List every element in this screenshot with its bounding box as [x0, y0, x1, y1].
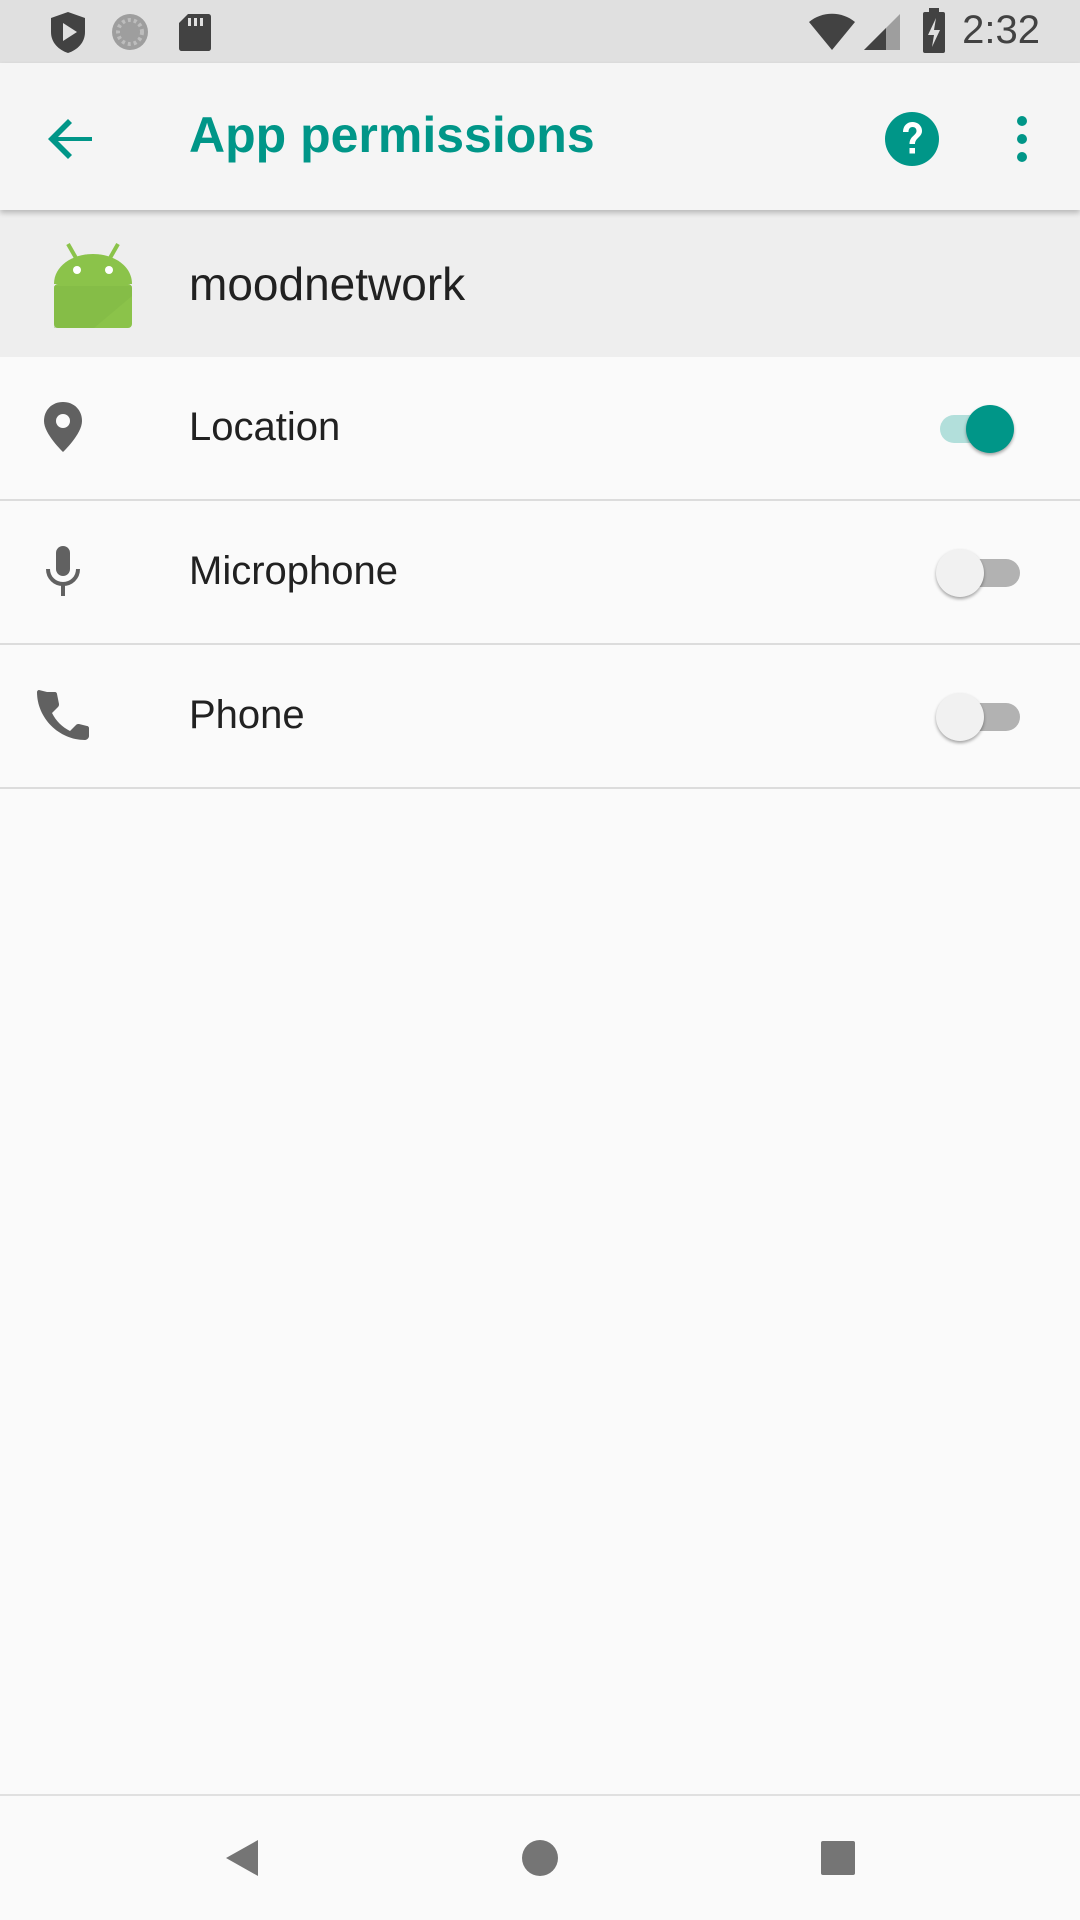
arrow-back-icon [48, 119, 92, 159]
toggle-thumb [966, 405, 1014, 453]
android-icon [54, 243, 132, 328]
back-button[interactable] [36, 103, 108, 175]
app-header: moodnetwork [0, 210, 1080, 357]
microphone-icon [46, 546, 80, 596]
permission-list: Location Microphone Phone [0, 357, 1080, 789]
help-button[interactable] [882, 109, 942, 169]
permission-label-location: Location [189, 405, 341, 449]
status-time: 2:32 [962, 8, 1040, 52]
help-icon [885, 112, 939, 166]
sync-circle-icon [112, 14, 148, 50]
page-title: App permissions [189, 107, 595, 163]
permission-row-microphone[interactable]: Microphone [0, 501, 1080, 645]
nav-recents-button[interactable] [808, 1828, 868, 1888]
toggle-thumb [936, 549, 984, 597]
back-triangle-icon [226, 1840, 258, 1876]
nav-back-button[interactable] [212, 1828, 272, 1888]
permission-row-location[interactable]: Location [0, 357, 1080, 501]
location-toggle[interactable] [936, 401, 1032, 457]
toolbar: App permissions [0, 63, 1080, 210]
app-name: moodnetwork [189, 258, 466, 310]
more-vert-icon [1017, 116, 1027, 162]
location-pin-icon [44, 402, 82, 452]
permission-row-phone[interactable]: Phone [0, 645, 1080, 789]
status-bar: 2:32 [0, 0, 1080, 63]
app-permissions-screen: 2:32 App permissions moodnetwork Locatio… [0, 0, 1080, 1920]
shield-play-icon [51, 12, 85, 53]
recents-square-icon [821, 1841, 855, 1875]
wifi-icon [809, 13, 855, 50]
home-circle-icon [522, 1840, 558, 1876]
sd-card-icon [179, 14, 211, 51]
navigation-bar [0, 1794, 1080, 1920]
nav-home-button[interactable] [510, 1828, 570, 1888]
phone-icon [37, 690, 89, 740]
more-options-button[interactable] [1000, 103, 1044, 175]
battery-charging-icon [923, 8, 945, 53]
toggle-thumb [936, 693, 984, 741]
signal-icon [864, 14, 900, 50]
permission-label-phone: Phone [189, 693, 305, 737]
phone-toggle[interactable] [936, 689, 1032, 745]
microphone-toggle[interactable] [936, 545, 1032, 601]
permission-label-microphone: Microphone [189, 549, 399, 593]
